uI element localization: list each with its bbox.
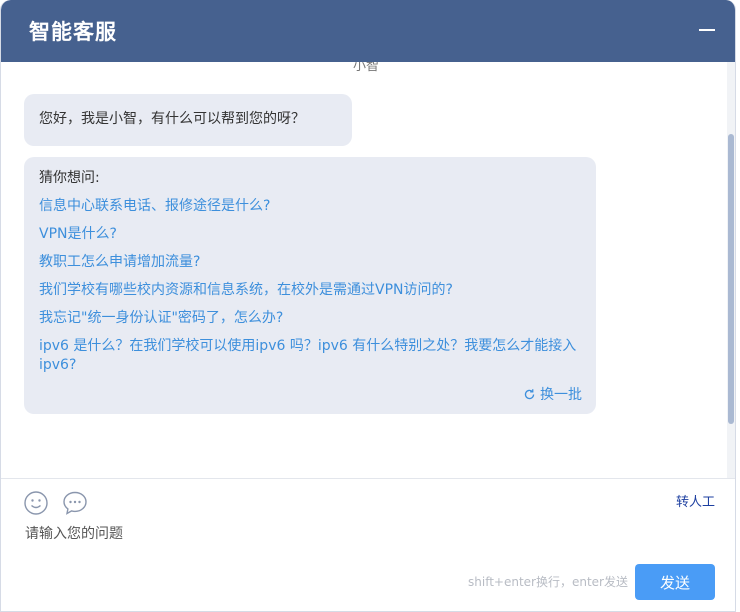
scrollbar-thumb[interactable] [728, 134, 734, 424]
send-hint: shift+enter换行，enter发送 [468, 575, 628, 589]
suggestion-link[interactable]: VPN是什么? [39, 225, 581, 244]
greeting-bubble: 您好，我是小智，有什么可以帮到您的呀？ [24, 94, 352, 146]
minimize-icon[interactable] [699, 29, 715, 31]
refresh-button[interactable]: 换一批 [523, 384, 582, 404]
input-area: 转人工 shift+enter换行，enter发送 发送 [1, 479, 735, 611]
chat-scrollbar[interactable] [727, 62, 735, 479]
suggestion-link[interactable]: 信息中心联系电话、报修途径是什么? [39, 197, 581, 216]
send-button[interactable]: 发送 [635, 564, 715, 600]
suggestion-link[interactable]: 我忘记"统一身份认证"密码了，怎么办? [39, 309, 581, 328]
suggestion-link[interactable]: 我们学校有哪些校内资源和信息系统，在校外是需通过VPN访问的? [39, 281, 581, 300]
emoji-icon[interactable] [23, 490, 49, 516]
transfer-to-human-link[interactable]: 转人工 [676, 491, 715, 510]
header-title: 智能客服 [29, 20, 117, 44]
refresh-icon [524, 388, 535, 399]
sender-name: 小智 [353, 62, 380, 74]
message-icon[interactable] [62, 490, 88, 516]
suggestions-title: 猜你想问: [39, 170, 100, 186]
suggestion-link[interactable]: ipv6 是什么？在我们学校可以使用ipv6 吗？ipv6 有什么特别之处？我要… [39, 337, 581, 375]
chat-area[interactable]: 小智 您好，我是小智，有什么可以帮到您的呀？ 猜你想问: 信息中心联系电话、报修… [1, 62, 735, 479]
chat-header: 智能客服 [1, 0, 735, 62]
suggestions-bubble: 猜你想问: 信息中心联系电话、报修途径是什么? VPN是什么? 教职工怎么申请增… [24, 157, 596, 414]
suggestion-link[interactable]: 教职工怎么申请增加流量? [39, 253, 581, 272]
question-input[interactable] [25, 523, 625, 545]
chat-window: 智能客服 小智 您好，我是小智，有什么可以帮到您的呀？ 猜你想问: 信息中心联系… [0, 0, 736, 612]
refresh-label: 换一批 [540, 387, 582, 403]
